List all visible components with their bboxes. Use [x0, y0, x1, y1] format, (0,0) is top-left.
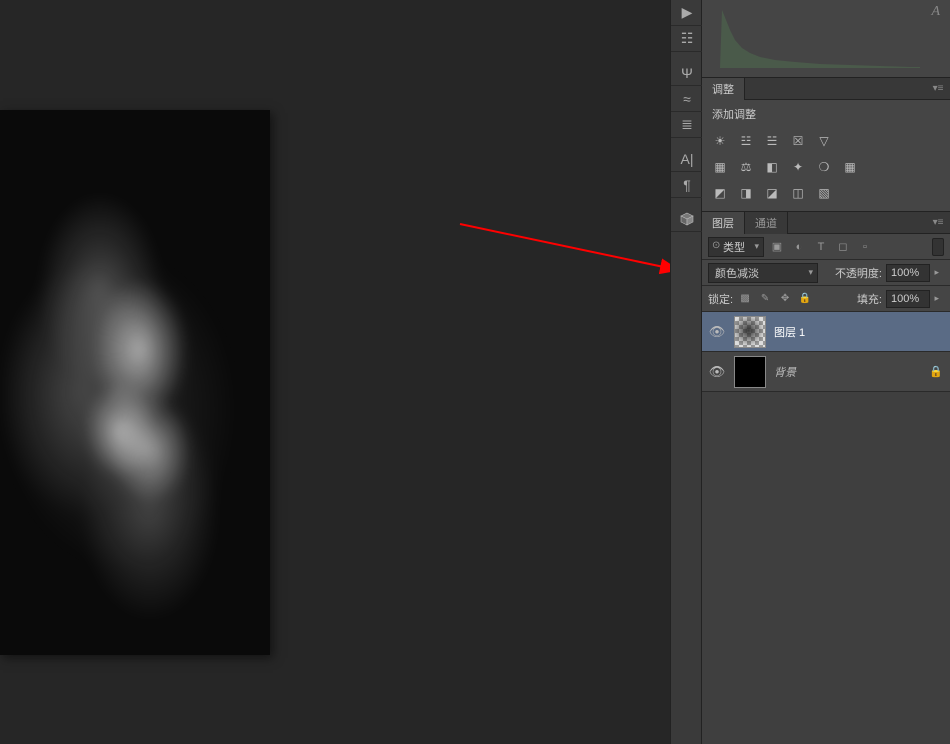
- lock-row: 锁定: ▩ ✎ ✥ 🔒 填充: 100%: [702, 286, 950, 312]
- filter-toggle[interactable]: [932, 238, 944, 256]
- collapsed-panel-bar: ▶ ☷ Ψ ≈ ≣ A| ¶: [670, 0, 702, 744]
- layer-thumbnail[interactable]: [734, 356, 766, 388]
- lock-all-icon[interactable]: 🔒: [797, 291, 813, 307]
- visibility-eye-icon[interactable]: 👁: [708, 364, 726, 380]
- fill-label: 填充:: [857, 291, 882, 307]
- photo-filter-icon[interactable]: ◧: [762, 157, 782, 177]
- color-lookup-icon[interactable]: ❍: [814, 157, 834, 177]
- fill-input[interactable]: 100%: [886, 290, 930, 308]
- blend-row: 颜色减淡 不透明度: 100%: [702, 260, 950, 286]
- layer-thumbnail[interactable]: [734, 316, 766, 348]
- adj-row-2: ▦ ⚖ ◧ ✦ ❍ ▦: [702, 154, 950, 180]
- posterize-icon[interactable]: ◨: [736, 183, 756, 203]
- adjustments-panel: 调整 ▾≡ 添加调整 ☀ ☳ ☱ ☒ ▽ ▦ ⚖ ◧ ✦ ❍ ▦ ◩ ◨ ◪ ◫…: [702, 78, 950, 212]
- bw-icon[interactable]: ▦: [710, 157, 730, 177]
- exposure-icon[interactable]: ☒: [788, 131, 808, 151]
- selective-icon[interactable]: ▧: [814, 183, 834, 203]
- histogram-letter: A: [931, 4, 940, 20]
- visibility-eye-icon[interactable]: 👁: [708, 324, 726, 340]
- levels-icon[interactable]: ☳: [736, 131, 756, 151]
- filter-adjustment-icon[interactable]: ◐: [790, 238, 808, 256]
- tab-channels[interactable]: 通道: [745, 212, 788, 234]
- layer-entry[interactable]: 👁 背景 🔒: [702, 352, 950, 392]
- lock-image-icon[interactable]: ✎: [757, 291, 773, 307]
- filter-pixels-icon[interactable]: ▣: [768, 238, 786, 256]
- paragraph-icon[interactable]: ¶: [671, 172, 703, 198]
- lock-icon: 🔒: [928, 365, 944, 378]
- brightness-icon[interactable]: ☀: [710, 131, 730, 151]
- adj-row-1: ☀ ☳ ☱ ☒ ▽: [702, 128, 950, 154]
- lock-position-icon[interactable]: ✥: [777, 291, 793, 307]
- curves-icon[interactable]: ☱: [762, 131, 782, 151]
- layers-panel: 图层 通道 ▾≡ 类型 ▣ ◐ T ◻ ▫ 颜色减淡 不透明度: 100% 锁定…: [702, 212, 950, 392]
- canvas-image[interactable]: [0, 110, 270, 655]
- tab-layers[interactable]: 图层: [702, 212, 745, 234]
- filter-type-select[interactable]: 类型: [708, 237, 764, 257]
- threshold-icon[interactable]: ◪: [762, 183, 782, 203]
- layer-name[interactable]: 背景: [774, 364, 920, 380]
- histogram-graph: [720, 0, 920, 68]
- panel-menu-icon[interactable]: ▾≡: [930, 215, 946, 229]
- channel-mixer-icon[interactable]: ✦: [788, 157, 808, 177]
- filter-shape-icon[interactable]: ◻: [834, 238, 852, 256]
- align-icon[interactable]: ≣: [671, 112, 703, 138]
- panel-menu-icon[interactable]: ▾≡: [930, 81, 946, 95]
- opacity-input[interactable]: 100%: [886, 264, 930, 282]
- panel-icon[interactable]: ☷: [671, 26, 703, 52]
- grid-icon[interactable]: ▦: [840, 157, 860, 177]
- lock-transparency-icon[interactable]: ▩: [737, 291, 753, 307]
- vibrance-icon[interactable]: ▽: [814, 131, 834, 151]
- lock-label: 锁定:: [708, 291, 733, 307]
- layer-filter-row: 类型 ▣ ◐ T ◻ ▫: [702, 234, 950, 260]
- layers-tabs: 图层 通道 ▾≡: [702, 212, 950, 234]
- gradient-map-icon[interactable]: ◫: [788, 183, 808, 203]
- opacity-label: 不透明度:: [835, 265, 882, 281]
- adjustments-tabs: 调整 ▾≡: [702, 78, 950, 100]
- filter-smartobj-icon[interactable]: ▫: [856, 238, 874, 256]
- invert-icon[interactable]: ◩: [710, 183, 730, 203]
- layer-name[interactable]: 图层 1: [774, 324, 944, 340]
- tab-adjustments[interactable]: 调整: [702, 78, 745, 100]
- play-icon[interactable]: ▶: [671, 0, 703, 26]
- layer-entry[interactable]: 👁 图层 1: [702, 312, 950, 352]
- mask-icon[interactable]: Ψ: [671, 60, 703, 86]
- add-adjustment-label: 添加调整: [702, 100, 950, 128]
- blend-mode-select[interactable]: 颜色减淡: [708, 263, 818, 283]
- filter-type-icon[interactable]: T: [812, 238, 830, 256]
- canvas-workspace[interactable]: [0, 0, 660, 744]
- right-panel-stack: A 调整 ▾≡ 添加调整 ☀ ☳ ☱ ☒ ▽ ▦ ⚖ ◧ ✦ ❍ ▦: [702, 0, 950, 744]
- adj-row-3: ◩ ◨ ◪ ◫ ▧: [702, 180, 950, 211]
- brush-icon[interactable]: ≈: [671, 86, 703, 112]
- histogram-panel: A: [702, 0, 950, 78]
- text-A-icon[interactable]: A|: [671, 146, 703, 172]
- smoke-artwork: [0, 110, 270, 655]
- 3d-cube-icon[interactable]: [671, 206, 703, 232]
- balance-icon[interactable]: ⚖: [736, 157, 756, 177]
